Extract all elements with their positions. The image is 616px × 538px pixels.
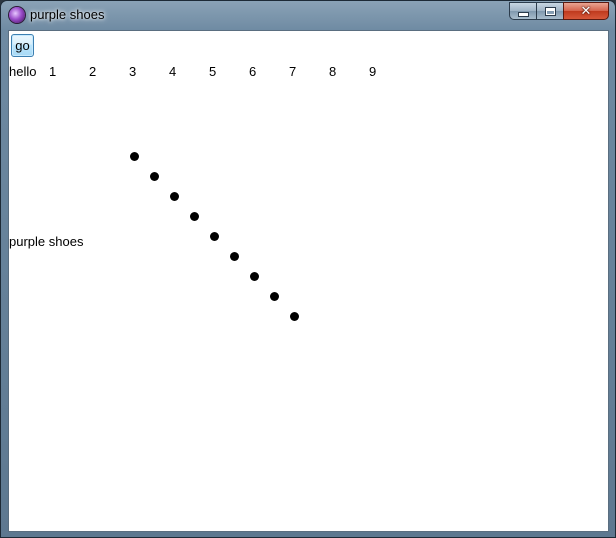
number-label: 5 — [209, 64, 217, 79]
minimize-icon — [518, 12, 528, 16]
number-label: 8 — [329, 64, 337, 79]
number-label: 6 — [249, 64, 257, 79]
app-window: purple shoes ✕ go hello 1 2 3 4 5 6 7 8 … — [0, 0, 616, 538]
app-icon[interactable] — [9, 7, 25, 23]
go-button[interactable]: go — [11, 34, 34, 57]
hello-label: hello — [9, 64, 37, 79]
dot — [290, 312, 299, 321]
app-canvas: go hello 1 2 3 4 5 6 7 8 9 purple shoes — [8, 30, 609, 532]
window-title: purple shoes — [30, 7, 105, 22]
number-label: 7 — [289, 64, 297, 79]
dot — [190, 212, 199, 221]
purple-shoes-label: purple shoes — [9, 234, 84, 249]
title-bar[interactable]: purple shoes ✕ — [1, 1, 615, 30]
number-label: 9 — [369, 64, 377, 79]
dot — [150, 172, 159, 181]
dot — [230, 252, 239, 261]
close-button[interactable]: ✕ — [563, 2, 609, 20]
minimize-button[interactable] — [509, 2, 536, 20]
dot — [250, 272, 259, 281]
dot — [270, 292, 279, 301]
caption-buttons: ✕ — [509, 2, 609, 21]
dot — [210, 232, 219, 241]
number-label: 2 — [89, 64, 97, 79]
maximize-icon — [545, 7, 555, 15]
dot — [130, 152, 139, 161]
number-label: 1 — [49, 64, 57, 79]
number-label: 3 — [129, 64, 137, 79]
close-icon: ✕ — [580, 3, 592, 19]
number-label: 4 — [169, 64, 177, 79]
maximize-button[interactable] — [536, 2, 563, 20]
dot — [170, 192, 179, 201]
